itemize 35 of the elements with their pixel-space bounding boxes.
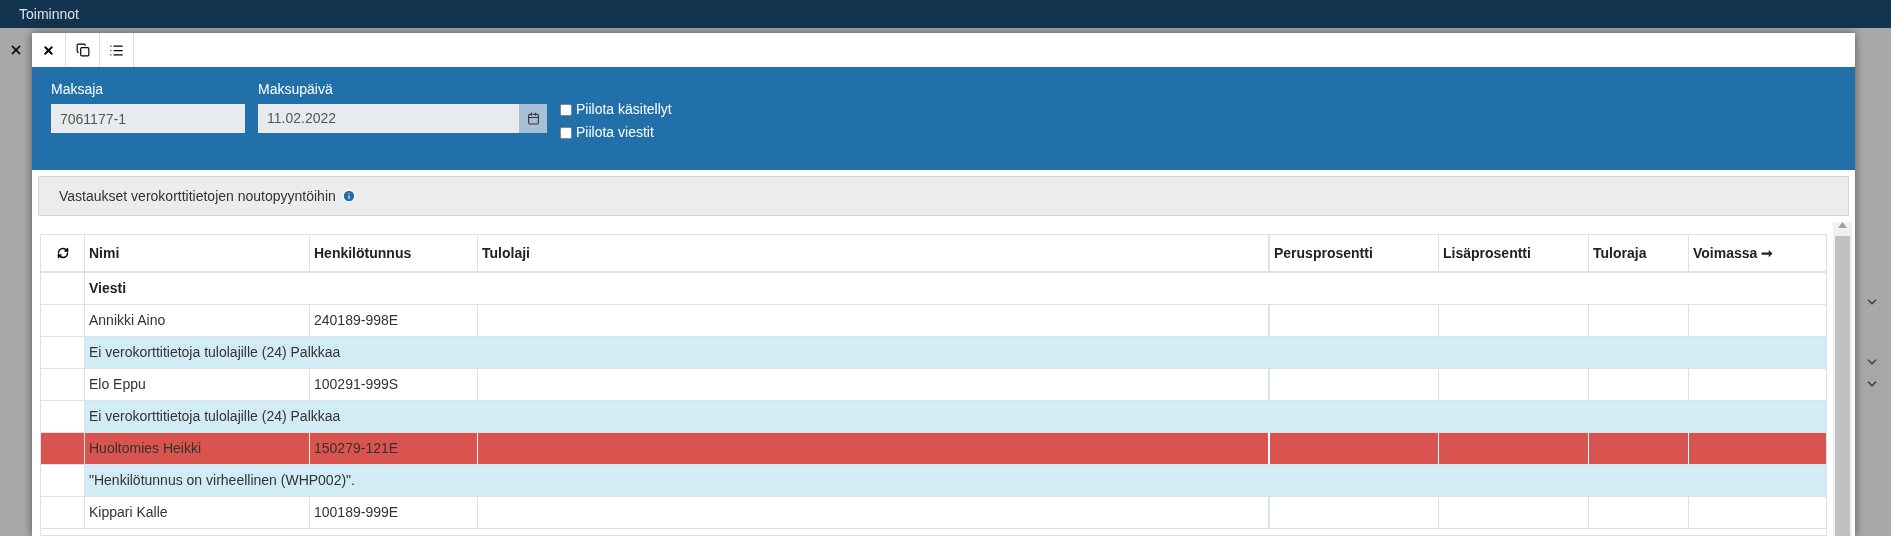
field-label: Maksupäivä [258,80,334,99]
info-icon[interactable] [341,189,356,203]
checkbox[interactable] [560,126,572,139]
column-header[interactable]: Tulolaji [482,242,530,264]
close-icon [42,43,55,57]
checkbox[interactable] [560,103,572,116]
table-cell: 150279-121E [310,433,478,464]
copy-icon [75,43,90,57]
column-header[interactable]: Perusprosentti [1274,242,1373,264]
column-header[interactable]: Nimi [89,242,120,264]
close-icon[interactable] [9,43,23,57]
list-icon [109,42,124,58]
group-heading: Viesti [89,279,127,298]
checkbox-label: Piilota viestit [576,123,654,142]
message-cell: Ei verokorttitietoja tulolajille (24) Palkkaa [85,337,1826,368]
column-header[interactable]: Henkilötunnus [314,242,412,264]
table-row[interactable]: Annikki Aino 240189-998E [41,305,1826,337]
message-cell: "Henkilötunnus on virheellinen (WHP002)". [85,465,1826,496]
refresh-icon[interactable] [56,247,69,259]
date-field[interactable]: 11.02.2022 [258,104,547,133]
panel-title: Vastaukset verokorttitietojen noutopyyntöihin [59,186,336,206]
table-row[interactable]: Kippari Kalle 100189-999E [41,497,1826,529]
message-cell: Ei verokorttitietoja tulolajille (24) Palkkaa [85,401,1826,432]
scroll-thumb[interactable] [1835,236,1850,536]
column-header[interactable]: Lisäprosentti [1443,242,1531,264]
calendar-icon[interactable] [519,104,547,133]
app-title: Toiminnot [19,4,79,24]
scrollbar[interactable] [1833,222,1852,536]
column-header[interactable]: Tuloraja [1593,242,1647,264]
table-cell: Huoltomies Heikki [85,433,310,464]
checkbox-label: Piilota käsitellyt [576,100,672,119]
payer-field[interactable]: 7061177-1 [51,104,245,133]
table-row[interactable]: Elo Eppu 100291-999S [41,369,1826,401]
column-header[interactable]: Voimassa ➞ [1693,242,1774,264]
field-label: Maksaja [51,80,105,99]
